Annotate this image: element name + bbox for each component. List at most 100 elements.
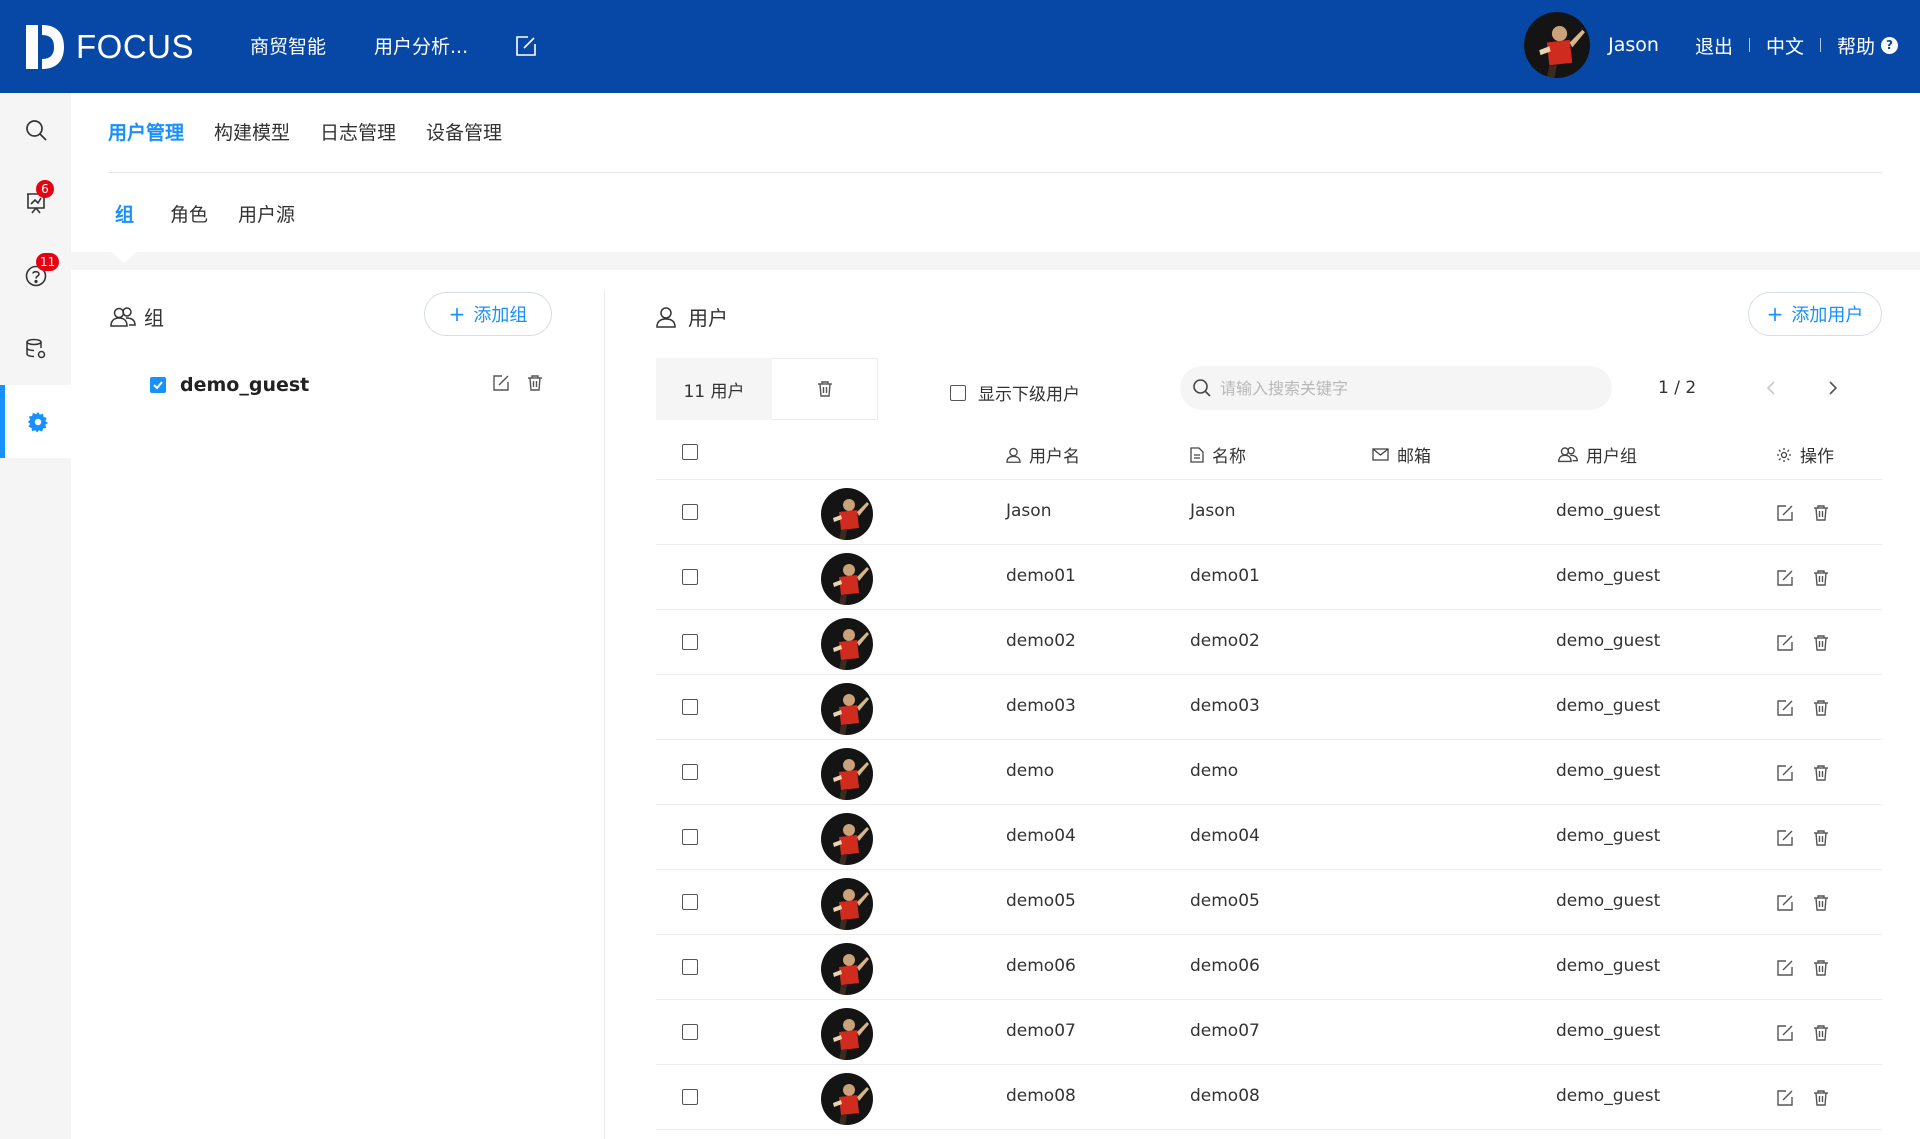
row-checkbox[interactable] — [682, 1024, 698, 1040]
table-body: Jason Jason demo_guest demo01 demo01 demo_gue… — [656, 480, 1882, 1130]
show-sub-users-label: 显示下级用户 — [978, 385, 1080, 405]
row-checkbox[interactable] — [682, 634, 698, 650]
edit-icon[interactable] — [1776, 569, 1794, 587]
row-checkbox[interactable] — [682, 569, 698, 585]
group-checkbox[interactable] — [150, 377, 166, 393]
help-label: 帮助 — [1836, 35, 1875, 58]
edit-icon[interactable] — [1776, 1089, 1794, 1107]
row-checkbox[interactable] — [682, 959, 698, 975]
app-logo[interactable]: FOCUS — [24, 22, 194, 72]
user-avatar — [821, 943, 873, 995]
row-checkbox[interactable] — [682, 1089, 698, 1105]
help-link[interactable]: 帮助 ? — [1837, 32, 1898, 59]
tab-device-management[interactable]: 设备管理 — [426, 118, 502, 145]
edit-icon[interactable] — [1776, 1024, 1794, 1042]
trash-icon[interactable] — [1812, 504, 1830, 522]
edit-icon[interactable] — [1776, 764, 1794, 782]
table-row[interactable]: demo02 demo02 demo_guest — [656, 610, 1882, 675]
row-checkbox[interactable] — [682, 829, 698, 845]
column-username[interactable]: 用户名 — [1006, 442, 1080, 467]
edit-icon[interactable] — [1776, 959, 1794, 977]
trash-icon[interactable] — [1812, 634, 1830, 652]
table-header: 用户名 名称 邮箱 用户组 操作 — [656, 424, 1882, 480]
edit-icon[interactable] — [1776, 699, 1794, 717]
trash-icon[interactable] — [1812, 699, 1830, 717]
edit-icon[interactable] — [1776, 634, 1794, 652]
user-avatar[interactable] — [1524, 12, 1591, 78]
cell-group: demo_guest — [1556, 891, 1661, 911]
table-row[interactable]: demo03 demo03 demo_guest — [656, 675, 1882, 740]
add-group-button[interactable]: + 添加组 — [424, 292, 552, 336]
edit-icon[interactable] — [492, 374, 510, 392]
cell-name: demo04 — [1190, 826, 1260, 846]
tab-user-source[interactable]: 用户源 — [238, 200, 295, 227]
row-checkbox[interactable] — [682, 764, 698, 780]
show-sub-users-toggle[interactable]: 显示下级用户 — [950, 380, 1080, 405]
logout-link[interactable]: 退出 — [1695, 32, 1733, 59]
add-user-label: 添加用户 — [1791, 305, 1864, 326]
chevron-right-icon[interactable] — [1826, 378, 1840, 398]
add-user-button[interactable]: + 添加用户 — [1748, 292, 1882, 336]
cell-name: demo05 — [1190, 891, 1260, 911]
rail-item-help[interactable]: 11 — [0, 239, 71, 312]
tab-user-management[interactable]: 用户管理 — [108, 118, 184, 145]
table-row[interactable]: demo04 demo04 demo_guest — [656, 805, 1882, 870]
nav-user-analysis[interactable]: 用户分析... — [374, 32, 468, 59]
column-name-label: 名称 — [1212, 447, 1246, 467]
panel-divider — [604, 290, 605, 1139]
edit-nav-icon[interactable] — [514, 34, 538, 58]
user-count: 11 用户 — [656, 358, 772, 420]
cell-username: demo03 — [1006, 696, 1076, 716]
cell-username: demo02 — [1006, 631, 1076, 651]
trash-icon[interactable] — [1812, 959, 1830, 977]
row-checkbox[interactable] — [682, 699, 698, 715]
show-sub-users-checkbox[interactable] — [950, 384, 966, 401]
edit-icon[interactable] — [1776, 504, 1794, 522]
row-actions — [1776, 1024, 1848, 1042]
trash-icon[interactable] — [1812, 1024, 1830, 1042]
table-row[interactable]: demo07 demo07 demo_guest — [656, 1000, 1882, 1065]
gear-icon — [1776, 447, 1792, 463]
chevron-left-icon[interactable] — [1764, 378, 1778, 398]
table-row[interactable]: demo demo demo_guest — [656, 740, 1882, 805]
tab-log-management[interactable]: 日志管理 — [320, 118, 396, 145]
trash-icon[interactable] — [526, 374, 544, 392]
row-checkbox[interactable] — [682, 504, 698, 520]
nav-business-intelligence[interactable]: 商贸智能 — [250, 32, 326, 59]
group-panel-title: 组 — [110, 302, 164, 331]
table-row[interactable]: Jason Jason demo_guest — [656, 480, 1882, 545]
rail-item-settings[interactable] — [0, 385, 71, 458]
language-switch[interactable]: 中文 — [1766, 32, 1804, 59]
user-avatar — [821, 618, 873, 670]
rail-item-presentations[interactable]: 6 — [0, 166, 71, 239]
tab-group[interactable]: 组 — [115, 200, 134, 227]
table-row[interactable]: demo08 demo08 demo_guest — [656, 1065, 1882, 1130]
cell-group: demo_guest — [1556, 1021, 1661, 1041]
edit-icon[interactable] — [1776, 894, 1794, 912]
select-all-checkbox[interactable] — [682, 444, 698, 460]
column-group[interactable]: 用户组 — [1558, 442, 1637, 467]
row-checkbox[interactable] — [682, 894, 698, 910]
trash-icon[interactable] — [1812, 569, 1830, 587]
search-input[interactable] — [1220, 378, 1580, 398]
rail-item-search[interactable] — [0, 93, 71, 166]
column-name[interactable]: 名称 — [1190, 442, 1246, 467]
column-email[interactable]: 邮箱 — [1372, 442, 1431, 467]
trash-icon[interactable] — [1812, 1089, 1830, 1107]
table-row[interactable]: demo05 demo05 demo_guest — [656, 870, 1882, 935]
trash-icon[interactable] — [1812, 894, 1830, 912]
user-avatar — [821, 553, 873, 605]
tab-role[interactable]: 角色 — [170, 200, 208, 227]
primary-tabs: 用户管理 构建模型 日志管理 设备管理 — [108, 118, 532, 145]
bulk-delete-button[interactable] — [772, 358, 878, 420]
trash-icon[interactable] — [1812, 829, 1830, 847]
table-row[interactable]: demo06 demo06 demo_guest — [656, 935, 1882, 1000]
cell-group: demo_guest — [1556, 761, 1661, 781]
edit-icon[interactable] — [1776, 829, 1794, 847]
group-item[interactable]: demo_guest — [150, 372, 550, 398]
rail-item-data[interactable] — [0, 312, 71, 385]
tab-build-model[interactable]: 构建模型 — [214, 118, 290, 145]
page-indicator: 1 / 2 — [1658, 378, 1697, 398]
trash-icon[interactable] — [1812, 764, 1830, 782]
table-row[interactable]: demo01 demo01 demo_guest — [656, 545, 1882, 610]
